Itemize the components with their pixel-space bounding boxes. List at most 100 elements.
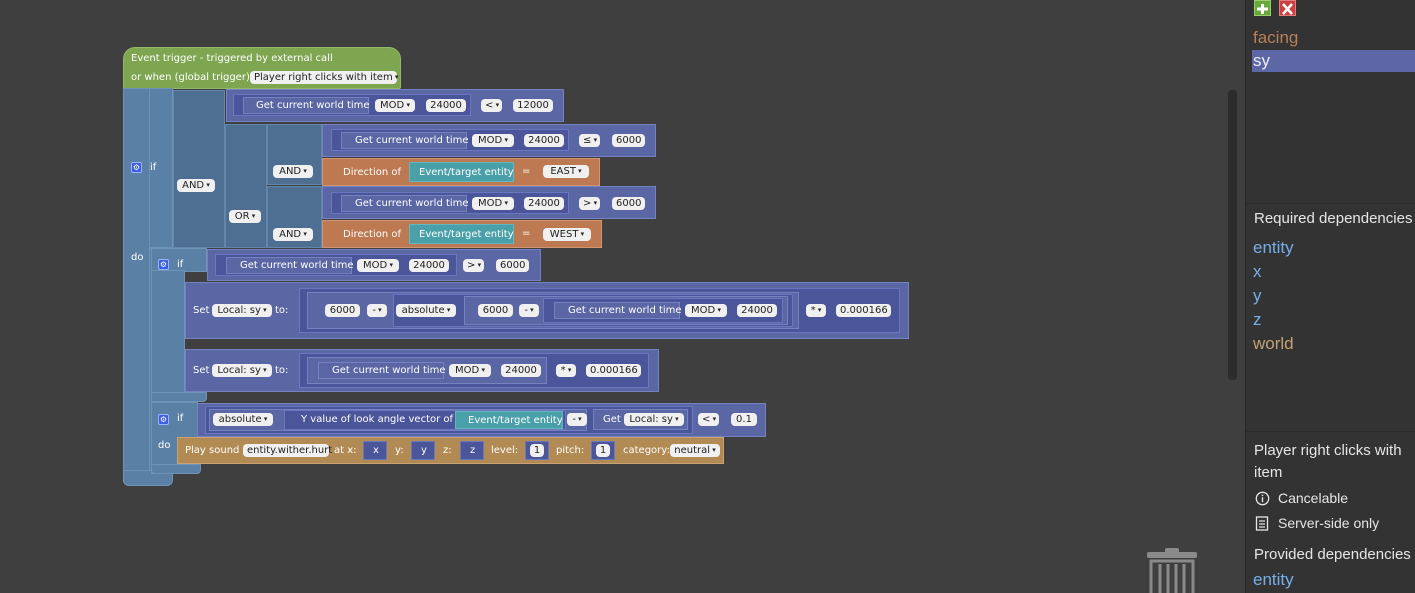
number-6000[interactable]: 6000 bbox=[478, 304, 513, 317]
add-variable-button[interactable] bbox=[1254, 0, 1271, 16]
trigger-name: Player right clicks with item bbox=[1254, 442, 1402, 481]
z-label: z: bbox=[443, 445, 452, 456]
number-6000[interactable]: 6000 bbox=[612, 134, 645, 147]
number-24000[interactable]: 24000 bbox=[426, 99, 466, 112]
variable-item-sy-selected[interactable]: sy bbox=[1252, 50, 1415, 72]
and-operator-2[interactable]: AND bbox=[273, 228, 313, 241]
minus-operator-3[interactable]: - bbox=[567, 413, 587, 426]
direction-east-dropdown[interactable]: EAST bbox=[543, 165, 589, 178]
number-0.1[interactable]: 0.1 bbox=[731, 413, 757, 426]
world-time-label: Get current world time bbox=[355, 135, 469, 146]
get-variable-dropdown-sy[interactable]: Local: sy bbox=[624, 413, 684, 426]
mod-operator-5[interactable]: MOD bbox=[685, 304, 727, 317]
number-6000[interactable]: 6000 bbox=[496, 259, 529, 272]
number-0.000166[interactable]: 0.000166 bbox=[836, 304, 891, 317]
play-sound-label: Play sound bbox=[185, 445, 240, 456]
mod-operator-1[interactable]: MOD bbox=[375, 99, 415, 112]
number-24000[interactable]: 24000 bbox=[409, 259, 449, 272]
or-when-label: or when (global trigger): bbox=[131, 72, 254, 83]
compare-operator-lt[interactable]: < bbox=[698, 413, 719, 426]
dependency-world: world bbox=[1253, 334, 1294, 353]
number-24000[interactable]: 24000 bbox=[524, 134, 564, 147]
compare-operator-gt[interactable]: > bbox=[579, 197, 600, 210]
side-panel: facing sy Required dependencies entity x… bbox=[1245, 0, 1415, 593]
direction-west-dropdown[interactable]: WEST bbox=[543, 228, 591, 241]
compare-operator-gt[interactable]: > bbox=[463, 259, 484, 272]
world-time-block-1[interactable]: Get current world time bbox=[243, 97, 370, 114]
trigger-info-section: Player right clicks with item Cancelable… bbox=[1246, 431, 1415, 593]
outer-if-mutator-icon[interactable]: ⚙ bbox=[131, 162, 142, 173]
dependency-z: z bbox=[1253, 310, 1262, 329]
minus-operator-2[interactable]: - bbox=[519, 304, 539, 317]
trash-can-icon[interactable] bbox=[1145, 548, 1199, 593]
third-if-mutator-icon[interactable]: ⚙ bbox=[158, 414, 169, 425]
world-time-label: Get current world time bbox=[240, 260, 354, 271]
pitch-number-1[interactable]: 1 bbox=[596, 444, 610, 457]
compare-operator-lt[interactable]: < bbox=[481, 99, 502, 112]
event-entity-block-2[interactable]: Event/target entity bbox=[409, 224, 514, 244]
world-time-label: Get current world time bbox=[256, 100, 370, 111]
multiply-operator-2[interactable]: * bbox=[556, 364, 576, 377]
multiply-operator-1[interactable]: * bbox=[806, 304, 826, 317]
number-12000[interactable]: 12000 bbox=[513, 99, 553, 112]
required-dependencies-section: Required dependencies entity x y z world bbox=[1246, 203, 1415, 432]
level-number-1[interactable]: 1 bbox=[530, 444, 544, 457]
number-6000[interactable]: 6000 bbox=[612, 197, 645, 210]
blockly-workspace[interactable]: Event trigger - triggered by external ca… bbox=[0, 0, 1245, 593]
world-time-label: Get current world time bbox=[568, 305, 682, 316]
and-operator-outer[interactable]: AND bbox=[177, 179, 215, 192]
number-24000[interactable]: 24000 bbox=[501, 364, 541, 377]
event-entity-block-1[interactable]: Event/target entity bbox=[409, 162, 514, 182]
variable-dropdown-sy[interactable]: Local: sy bbox=[212, 364, 272, 377]
world-time-block-3[interactable]: Get current world time bbox=[341, 195, 469, 212]
remove-variable-button[interactable] bbox=[1279, 0, 1296, 16]
mod-operator-3[interactable]: MOD bbox=[472, 197, 514, 210]
dependency-x: x bbox=[1253, 262, 1262, 281]
category-label: category: bbox=[623, 445, 670, 456]
x-value-block[interactable]: x bbox=[363, 441, 387, 460]
inner-if-bottom bbox=[151, 392, 207, 402]
event-trigger-block[interactable]: Event trigger - triggered by external ca… bbox=[123, 47, 401, 89]
sound-category-dropdown[interactable]: neutral bbox=[670, 444, 720, 457]
number-24000[interactable]: 24000 bbox=[737, 304, 777, 317]
mod-operator-6[interactable]: MOD bbox=[449, 364, 491, 377]
compare-operator-le[interactable]: ≤ bbox=[579, 134, 600, 147]
event-entity-block-3[interactable]: Event/target entity bbox=[455, 411, 563, 429]
number-6000[interactable]: 6000 bbox=[325, 304, 360, 317]
y-value-block[interactable]: y bbox=[411, 441, 435, 460]
workspace-vertical-scrollbar[interactable] bbox=[1228, 90, 1237, 380]
world-time-block-4[interactable]: Get current world time bbox=[226, 257, 354, 274]
equals-label: = bbox=[522, 228, 531, 239]
number-24000[interactable]: 24000 bbox=[524, 197, 564, 210]
mod-operator-4[interactable]: MOD bbox=[357, 259, 399, 272]
third-if-bottom bbox=[151, 464, 201, 474]
set-label: Set bbox=[193, 365, 210, 376]
z-value-block[interactable]: z bbox=[460, 441, 484, 460]
absolute-dropdown-1[interactable]: absolute bbox=[396, 304, 456, 317]
world-time-block-6[interactable]: Get current world time bbox=[318, 362, 446, 379]
inner-if-mutator-icon[interactable]: ⚙ bbox=[158, 259, 169, 270]
or-operator[interactable]: OR bbox=[229, 210, 261, 223]
variable-dropdown-sy[interactable]: Local: sy bbox=[212, 304, 272, 317]
to-label: to: bbox=[275, 365, 289, 376]
and-operator-1[interactable]: AND bbox=[273, 165, 313, 178]
and-block-outer[interactable] bbox=[173, 90, 225, 248]
minus-operator-1[interactable]: - bbox=[367, 304, 387, 317]
world-time-block-5[interactable]: Get current world time bbox=[554, 302, 682, 319]
third-if-label: if bbox=[177, 413, 184, 424]
set-label: Set bbox=[193, 305, 210, 316]
absolute-dropdown-2[interactable]: absolute bbox=[213, 413, 273, 426]
y-look-angle-label: Y value of look angle vector of bbox=[301, 414, 454, 425]
pitch-label: pitch: bbox=[556, 445, 585, 456]
sound-name-field[interactable]: entity.wither.hurt bbox=[243, 444, 332, 457]
or-block[interactable] bbox=[225, 124, 267, 248]
variable-item-facing[interactable]: facing bbox=[1253, 28, 1298, 48]
world-time-block-2[interactable]: Get current world time bbox=[341, 132, 469, 149]
mod-operator-2[interactable]: MOD bbox=[472, 134, 514, 147]
flag-cancelable: Cancelable bbox=[1278, 490, 1349, 506]
variable-item-sy: sy bbox=[1253, 51, 1270, 70]
number-0.000166[interactable]: 0.000166 bbox=[586, 364, 641, 377]
provided-dependency-entity: entity bbox=[1253, 570, 1294, 589]
global-trigger-dropdown[interactable]: Player right clicks with item bbox=[250, 71, 397, 84]
world-time-label: Get current world time bbox=[355, 198, 469, 209]
